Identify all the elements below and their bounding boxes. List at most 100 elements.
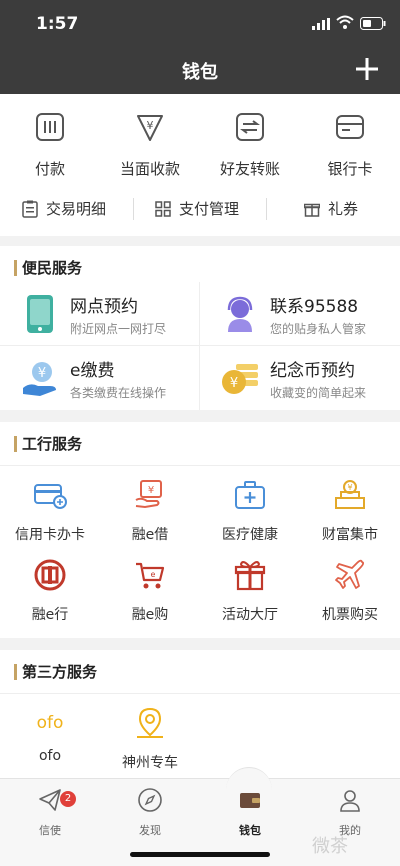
status-time: 1:57 — [36, 14, 79, 34]
third-party-grid: ofo ofo 神州专车 — [0, 694, 400, 778]
payment-manage-label: 支付管理 — [179, 200, 240, 218]
section-gap — [0, 410, 400, 422]
home-indicator[interactable] — [130, 852, 270, 857]
medical-health-item[interactable]: 医疗健康 — [200, 478, 300, 544]
contact-95588-subtitle: 您的贴身私人管家 — [270, 322, 367, 336]
tab-discover[interactable]: 发现 — [100, 787, 200, 838]
activity-hall-item[interactable]: 活动大厅 — [200, 558, 300, 624]
transfer-button[interactable]: 好友转账 — [200, 112, 300, 179]
ofo-item[interactable]: ofo ofo — [0, 706, 100, 764]
e-loan-label: 融e借 — [131, 527, 169, 543]
icbc-services-grid: 信用卡办卡 ¥ 融e借 医疗健康 ¥ 财富集市 融e行 e 融e购 活动大厅 机… — [0, 466, 400, 638]
tab-messenger[interactable]: 2 信使 — [0, 787, 100, 838]
icbc-logo-icon — [34, 559, 66, 591]
contact-95588-title: 联系95588 — [270, 297, 359, 317]
credit-card-icon — [34, 484, 67, 509]
section-title-third: 第三方服务 — [0, 650, 400, 694]
quick-actions: 付款 ¥ 当面收款 好友转账 银行卡 — [0, 94, 400, 182]
status-bar: 1:57 — [0, 0, 400, 46]
airplane-icon — [335, 559, 365, 589]
svg-text:¥: ¥ — [347, 483, 352, 492]
e-shopping-label: 融e购 — [131, 607, 169, 623]
grid-icon — [155, 200, 171, 217]
svg-text:¥: ¥ — [230, 376, 238, 391]
svg-text:e: e — [151, 570, 156, 579]
coin-booking-item[interactable]: ¥ 纪念币预约 收藏变的简单起来 — [200, 346, 400, 410]
coin-booking-subtitle: 收藏变的简单起来 — [270, 386, 367, 400]
section-marker — [14, 260, 17, 276]
loan-icon: ¥ — [135, 480, 162, 509]
payment-manage-button[interactable]: 支付管理 — [155, 198, 239, 219]
svg-text:¥: ¥ — [148, 485, 154, 496]
transaction-detail-label: 交易明细 — [46, 200, 107, 218]
bank-card-label: 银行卡 — [327, 160, 373, 178]
signal-icon — [312, 18, 330, 30]
compass-icon — [138, 788, 162, 812]
e-icbc-item[interactable]: 融e行 — [0, 558, 100, 624]
section-title-gonghang: 工行服务 — [0, 422, 400, 466]
divider — [266, 198, 267, 220]
shenzhou-car-label: 神州专车 — [122, 755, 178, 771]
coin-icon: ¥ — [222, 364, 258, 394]
credit-card-apply-item[interactable]: 信用卡办卡 — [0, 478, 100, 544]
transfer-icon — [236, 113, 264, 141]
tab-wallet-label: 钱包 — [239, 824, 261, 837]
e-shopping-item[interactable]: e 融e购 — [100, 558, 200, 624]
phone-icon — [27, 295, 53, 333]
e-icbc-label: 融e行 — [31, 607, 69, 623]
section-title-text: 工行服务 — [22, 435, 83, 453]
location-pin-icon — [137, 707, 163, 738]
pay-button[interactable]: 付款 — [0, 112, 100, 179]
tab-mine[interactable]: 我的 — [300, 787, 400, 838]
coupon-button[interactable]: 礼券 — [304, 198, 358, 219]
svg-text:¥: ¥ — [147, 119, 154, 132]
wallet-icon — [240, 793, 260, 808]
medical-health-label: 医疗健康 — [222, 527, 278, 543]
coin-booking-title: 纪念币预约 — [270, 361, 355, 381]
section-gap — [0, 236, 400, 246]
receive-icon: ¥ — [137, 115, 163, 141]
wifi-icon — [336, 15, 354, 29]
sub-actions: 交易明细 支付管理 礼券 — [0, 182, 400, 236]
ofo-label: ofo — [38, 748, 62, 764]
contact-95588-item[interactable]: 联系95588 您的贴身私人管家 — [200, 282, 400, 346]
tab-messenger-label: 信使 — [39, 824, 61, 837]
e-payment-item[interactable]: ¥ e缴费 各类缴费在线操作 — [0, 346, 200, 410]
branch-booking-subtitle: 附近网点一网打尽 — [70, 322, 167, 336]
receive-label: 当面收款 — [119, 160, 180, 178]
receive-button[interactable]: ¥ 当面收款 — [100, 112, 200, 179]
add-button[interactable] — [354, 56, 380, 82]
tab-wallet[interactable]: 钱包 — [200, 787, 300, 838]
pay-label: 付款 — [34, 160, 65, 178]
tab-discover-label: 发现 — [139, 824, 161, 837]
shopping-cart-icon: e — [136, 562, 165, 589]
user-icon — [340, 790, 360, 812]
pay-icon — [36, 113, 64, 141]
section-marker — [14, 436, 17, 452]
clipboard-icon — [22, 200, 38, 218]
flight-ticket-item[interactable]: 机票购买 — [300, 558, 400, 624]
e-loan-item[interactable]: ¥ 融e借 — [100, 478, 200, 544]
shenzhou-car-item[interactable]: 神州专车 — [100, 706, 200, 772]
page-title: 钱包 — [182, 62, 218, 83]
branch-booking-item[interactable]: 网点预约 附近网点一网打尽 — [0, 282, 200, 346]
credit-card-apply-label: 信用卡办卡 — [15, 527, 85, 543]
coupon-label: 礼券 — [328, 200, 359, 218]
svg-text:¥: ¥ — [38, 366, 46, 381]
bank-card-button[interactable]: 银行卡 — [300, 112, 400, 179]
activity-hall-label: 活动大厅 — [222, 607, 278, 623]
convenience-grid: 网点预约 附近网点一网打尽 联系95588 您的贴身私人管家 ¥ e缴费 各类缴… — [0, 282, 400, 410]
gift-box-icon — [234, 561, 266, 591]
transaction-detail-button[interactable]: 交易明细 — [22, 198, 106, 219]
section-marker — [14, 664, 17, 680]
unread-badge: 2 — [60, 791, 76, 807]
branch-booking-title: 网点预约 — [70, 297, 138, 317]
service-agent-icon — [227, 296, 253, 332]
battery-icon — [360, 17, 386, 30]
app-header: 1:57 钱包 — [0, 0, 400, 94]
wealth-icon: ¥ — [335, 480, 365, 509]
section-title-text: 便民服务 — [22, 259, 83, 277]
medical-kit-icon — [235, 481, 265, 509]
transfer-label: 好友转账 — [219, 160, 280, 178]
wealth-market-item[interactable]: ¥ 财富集市 — [300, 478, 400, 544]
